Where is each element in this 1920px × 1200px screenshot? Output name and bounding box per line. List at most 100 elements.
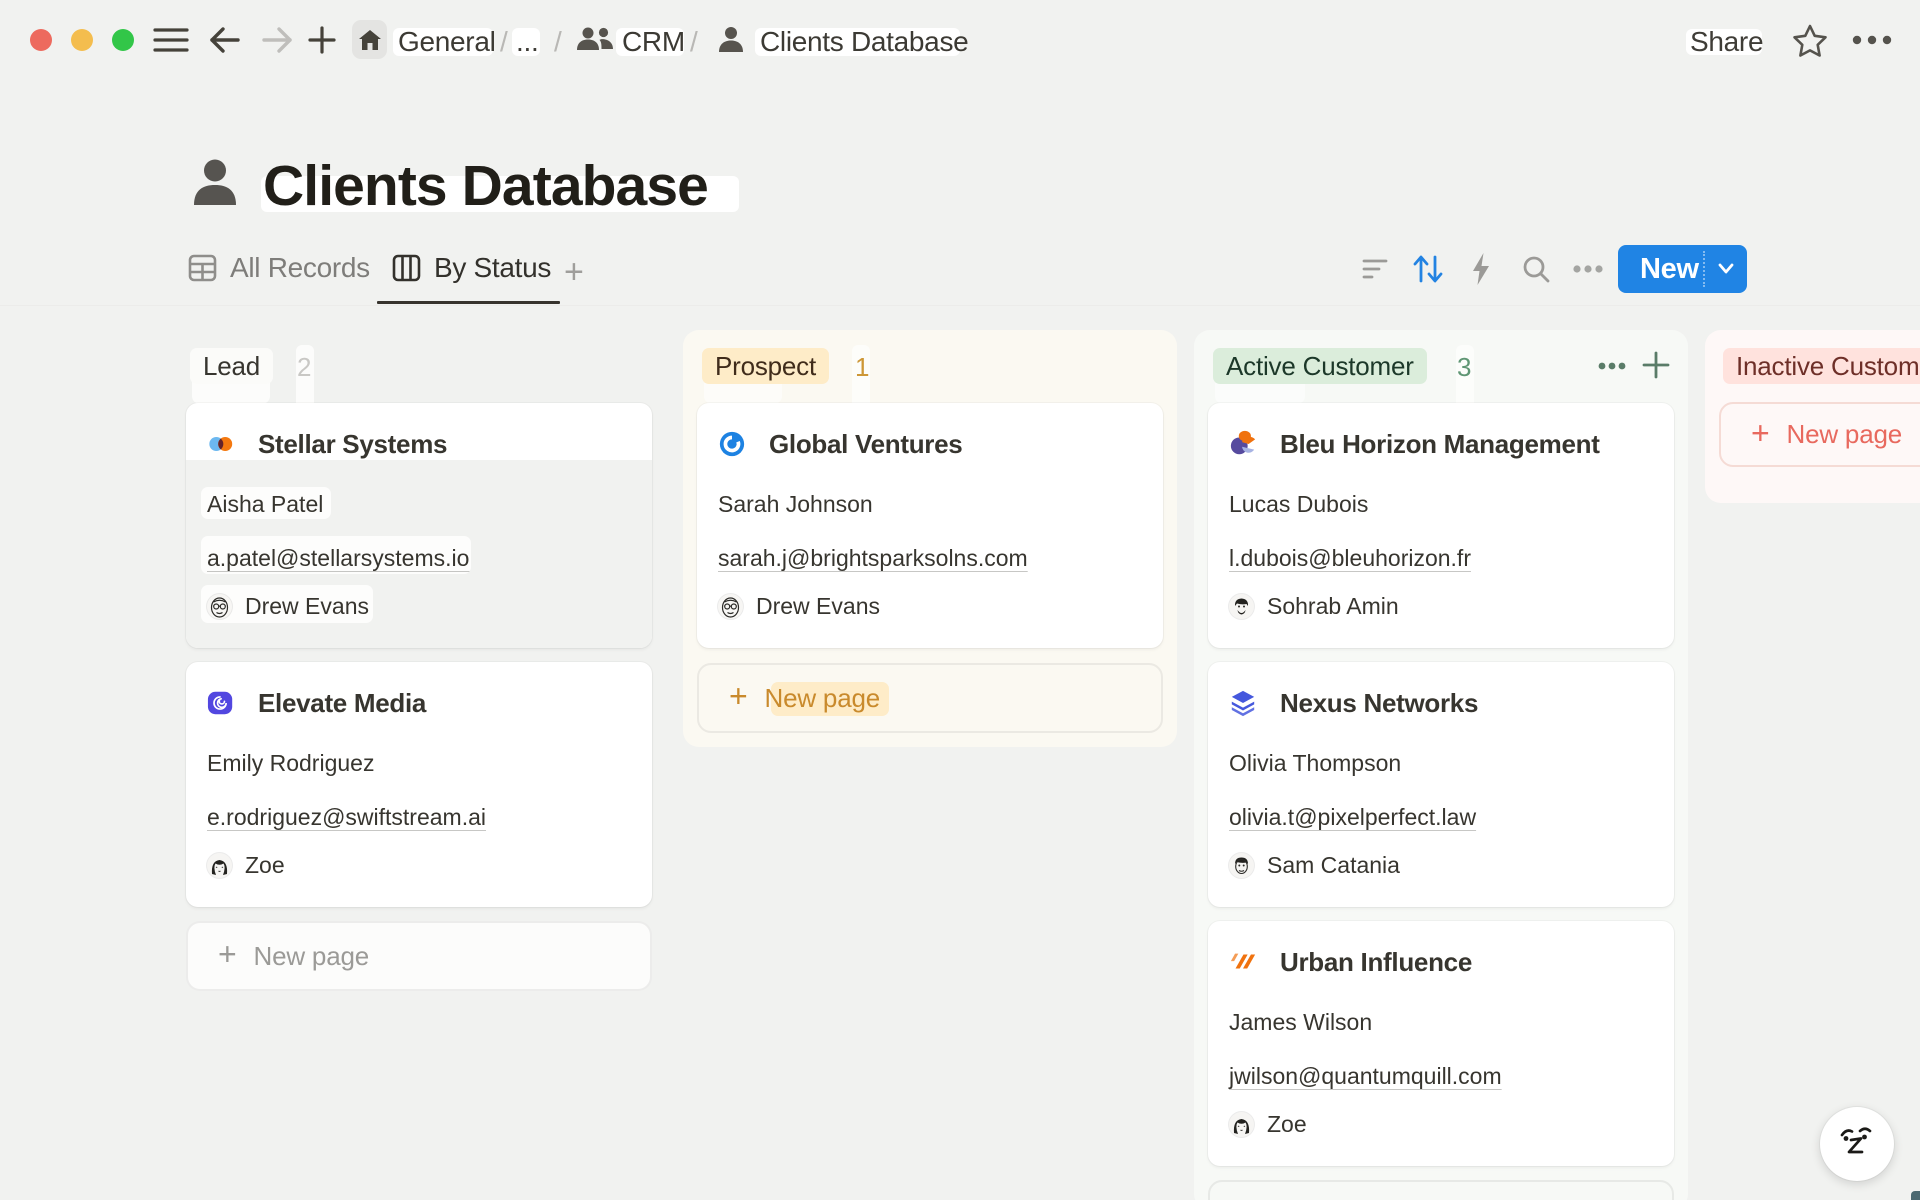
table-view-icon [188,254,217,282]
view-options-icon[interactable] [1572,264,1604,274]
card-icon-urban-influence [1229,948,1257,976]
more-options-icon[interactable] [1851,34,1895,46]
breadcrumb-separator: / [554,26,561,58]
tab-by-status-label: By Status [434,252,551,284]
breadcrumb-general[interactable]: General [398,26,496,58]
card-title[interactable]: Elevate Media [258,688,426,719]
card-title[interactable]: Nexus Networks [1280,688,1478,719]
card-owner: Sam Catania [1229,852,1400,879]
breadcrumb-ellipsis[interactable]: ... [516,26,538,58]
avatar-sam-catania [1229,853,1254,878]
card-email[interactable]: e.rodriguez@swiftstream.ai [207,804,486,831]
drag-ghost [1215,383,1305,404]
avatar-drew-evans [718,594,743,619]
sidebar-menu-icon[interactable] [153,24,189,56]
card-bleu-horizon[interactable]: Bleu Horizon Management Lucas Dubois l.d… [1208,403,1674,648]
avatar-zoe [207,853,232,878]
tab-all-records[interactable]: All Records [188,252,370,284]
card-title[interactable]: Bleu Horizon Management [1280,429,1600,460]
card-email[interactable]: l.dubois@bleuhorizon.fr [1229,545,1471,572]
card-icon-elevate-media [207,689,235,717]
team-icon [575,26,615,54]
add-view-icon[interactable]: + [564,253,584,292]
board-view-icon [392,254,421,282]
new-record-label: New [1640,253,1699,286]
ai-face-icon [1835,1122,1879,1166]
card-owner-name: Sohrab Amin [1267,593,1399,620]
plus-icon: + [1751,415,1770,452]
sort-icon[interactable] [1412,253,1444,285]
minimize-window-button[interactable] [71,29,93,51]
column-count-lead: 2 [297,352,311,383]
favorite-star-icon[interactable] [1791,23,1829,59]
page-title-icon [190,157,240,209]
home-button[interactable] [352,20,387,59]
card-email[interactable]: a.patel@stellarsystems.io [207,545,469,572]
card-contact: Emily Rodriguez [207,750,374,777]
screen-corner-artifact [1911,1191,1920,1200]
card-owner: Zoe [1229,1111,1307,1138]
back-icon[interactable] [209,25,241,55]
column-chip-prospect[interactable]: Prospect [702,348,829,384]
avatar-sohrab-amin [1229,594,1254,619]
new-page-button-active[interactable] [1208,1180,1674,1200]
zoom-window-button[interactable] [112,29,134,51]
card-urban-influence[interactable]: Urban Influence James Wilson jwilson@qua… [1208,921,1674,1166]
new-page-label: New page [765,683,880,714]
new-page-button-inactive[interactable]: + New page [1719,402,1920,467]
card-title[interactable]: Stellar Systems [258,429,447,460]
card-contact: Sarah Johnson [718,491,873,518]
filter-icon[interactable] [1362,257,1388,281]
notion-ai-button[interactable] [1820,1107,1894,1181]
card-global-ventures[interactable]: Global Ventures Sarah Johnson sarah.j@br… [697,403,1163,648]
search-icon[interactable] [1521,254,1551,284]
card-title[interactable]: Global Ventures [769,429,962,460]
close-window-button[interactable] [30,29,52,51]
drag-ghost [192,382,270,404]
person-icon [716,25,746,55]
active-tab-underline [377,301,560,304]
card-stellar-systems[interactable]: Stellar Systems Aisha Patel a.patel@stel… [186,403,652,648]
card-email[interactable]: jwilson@quantumquill.com [1229,1063,1502,1090]
page-title[interactable]: Clients Database [263,153,708,219]
avatar-zoe [1229,1112,1254,1137]
card-owner: Drew Evans [718,593,880,620]
new-button-divider [1703,251,1705,287]
new-page-label: New page [1787,419,1902,450]
drag-ghost [704,383,782,404]
card-owner-name: Sam Catania [1267,852,1400,879]
column-chip-lead[interactable]: Lead [190,348,273,384]
column-chip-active-customer[interactable]: Active Customer [1213,348,1427,384]
card-elevate-media[interactable]: Elevate Media Emily Rodriguez e.rodrigue… [186,662,652,907]
home-icon [358,28,382,52]
forward-icon[interactable] [261,25,293,55]
new-record-button[interactable]: New [1618,245,1747,293]
card-icon-nexus-networks [1229,689,1257,717]
automation-icon[interactable] [1469,252,1493,286]
breadcrumb-page[interactable]: Clients Database [760,26,968,58]
card-owner-name: Zoe [1267,1111,1307,1138]
column-more-icon[interactable] [1597,361,1627,371]
new-page-button-lead[interactable]: + New page [186,921,652,991]
card-owner: Zoe [207,852,285,879]
card-owner-name: Drew Evans [245,593,369,620]
card-email[interactable]: sarah.j@brightsparksolns.com [718,545,1028,572]
card-owner: Sohrab Amin [1229,593,1399,620]
new-page-button-prospect[interactable]: + New page [697,663,1163,733]
card-contact: Lucas Dubois [1229,491,1368,518]
column-add-icon[interactable] [1641,350,1671,380]
avatar-drew-evans [207,594,232,619]
tab-by-status[interactable]: By Status [392,252,551,284]
card-owner: Drew Evans [207,593,369,620]
column-chip-inactive-customer[interactable]: Inactive Customer [1723,348,1920,384]
breadcrumb-separator: / [500,26,507,58]
breadcrumb-crm[interactable]: CRM [622,26,685,58]
card-title[interactable]: Urban Influence [1280,947,1472,978]
card-contact: Aisha Patel [207,491,323,518]
card-contact: Olivia Thompson [1229,750,1401,777]
share-button[interactable]: Share [1690,26,1763,58]
card-email[interactable]: olivia.t@pixelperfect.law [1229,804,1476,831]
new-dropdown-chevron-icon[interactable] [1714,259,1738,279]
new-tab-icon[interactable] [308,26,336,54]
card-nexus-networks[interactable]: Nexus Networks Olivia Thompson olivia.t@… [1208,662,1674,907]
